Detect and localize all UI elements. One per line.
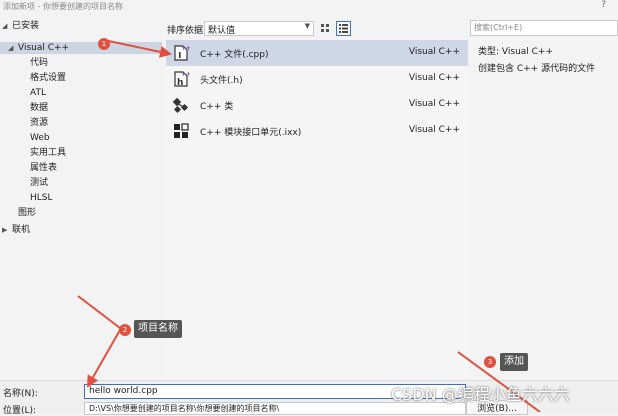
- tree-item-online[interactable]: ▶ 联机: [2, 224, 30, 236]
- tree-item-utilities[interactable]: 实用工具: [30, 147, 66, 159]
- tree-item-graphics[interactable]: 图形: [18, 207, 36, 219]
- sort-dropdown-value: 默认值: [208, 26, 236, 36]
- tree-item-hlsl[interactable]: HLSL: [30, 192, 53, 204]
- window-title: 添加新项 - 你想要创建的项目名称: [3, 2, 123, 11]
- cpp-class-icon: [172, 97, 189, 114]
- sort-toolbar: 排序依据: 默认值 ▼: [166, 20, 468, 36]
- template-name: C++ 文件(.cpp): [200, 50, 269, 60]
- template-row-cpp-class[interactable]: C++ 类 Visual C++: [166, 92, 468, 118]
- sort-label: 排序依据:: [167, 26, 207, 36]
- template-language: Visual C++: [408, 73, 460, 83]
- search-input[interactable]: 搜索(Ctrl+E): [470, 20, 618, 36]
- watermark: CSDN @编程小鱼六六六: [391, 385, 570, 404]
- svg-text:++: ++: [181, 45, 190, 52]
- annotation-callout-name: 项目名称: [134, 320, 182, 338]
- collapse-arrow-icon[interactable]: ◢: [0, 42, 18, 54]
- location-input-value: D:\VS\你想要创建的项目名称\你想要创建的项目名称\: [89, 404, 280, 413]
- tree-item-web[interactable]: Web: [30, 132, 50, 144]
- annotation-badge-3: 3: [484, 356, 496, 368]
- template-panel: 排序依据: 默认值 ▼ ++ C++ 文件(.cpp) Visual C++ +…: [166, 14, 468, 380]
- info-panel: 搜索(Ctrl+E) 类型: Visual C++ 创建包含 C++ 源代码的文…: [470, 14, 618, 380]
- template-row-header-file[interactable]: ++ h 头文件(.h) Visual C++: [166, 66, 468, 92]
- template-language: Visual C++: [408, 99, 460, 109]
- template-name: C++ 类: [200, 102, 234, 112]
- svg-text:++: ++: [181, 71, 190, 78]
- help-button[interactable]: ?: [601, 0, 606, 10]
- tree-item-resources[interactable]: 资源: [30, 117, 48, 129]
- svg-text:h: h: [177, 78, 183, 88]
- template-row-module-interface[interactable]: C++ 模块接口单元(.ixx) Visual C++: [166, 118, 468, 144]
- tree-item-data[interactable]: 数据: [30, 102, 48, 114]
- tree-item-formatting[interactable]: 格式设置: [30, 72, 66, 84]
- grid-view-button[interactable]: [318, 21, 333, 36]
- template-type: 类型: Visual C++: [478, 47, 554, 57]
- template-name: C++ 模块接口单元(.ixx): [200, 128, 302, 138]
- location-label: 位置(L):: [3, 406, 37, 416]
- annotation-badge-2: 2: [119, 324, 131, 336]
- header-file-icon: ++ h: [174, 71, 190, 88]
- tree-item-test[interactable]: 测试: [30, 177, 48, 189]
- chevron-down-icon: ▼: [304, 22, 310, 30]
- tree-item-property-sheets[interactable]: 属性表: [30, 162, 57, 174]
- template-language: Visual C++: [408, 47, 460, 57]
- expand-arrow-icon[interactable]: ▶: [2, 224, 12, 236]
- list-view-button[interactable]: [336, 21, 351, 36]
- template-row-cpp-file[interactable]: ++ C++ 文件(.cpp) Visual C++: [166, 40, 468, 66]
- grid-view-icon: [321, 24, 329, 32]
- list-view-icon: [339, 24, 348, 33]
- annotation-badge-1: 1: [98, 38, 110, 50]
- module-interface-icon: [174, 123, 189, 138]
- tree-item-atl[interactable]: ATL: [30, 87, 46, 99]
- tree-item-code[interactable]: 代码: [30, 57, 48, 69]
- template-language: Visual C++: [408, 125, 460, 135]
- search-placeholder: 搜索(Ctrl+E): [474, 23, 523, 32]
- title-bar: 添加新项 - 你想要创建的项目名称 ?: [0, 0, 618, 12]
- template-list: ++ C++ 文件(.cpp) Visual C++ ++ h 头文件(.h) …: [166, 40, 468, 380]
- sort-dropdown[interactable]: 默认值 ▼: [204, 21, 314, 36]
- template-name: 头文件(.h): [200, 76, 243, 86]
- tree-item-installed[interactable]: ◢ 已安装: [2, 20, 39, 32]
- name-label: 名称(N):: [3, 389, 38, 399]
- cpp-file-icon: ++: [174, 45, 190, 61]
- annotation-callout-add: 添加: [500, 353, 528, 371]
- collapse-arrow-icon[interactable]: ◢: [2, 20, 12, 32]
- name-input-value: hello world.cpp: [89, 386, 158, 396]
- template-description: 创建包含 C++ 源代码的文件: [478, 64, 596, 74]
- tree-item-visual-cpp[interactable]: ◢ Visual C++: [0, 42, 162, 54]
